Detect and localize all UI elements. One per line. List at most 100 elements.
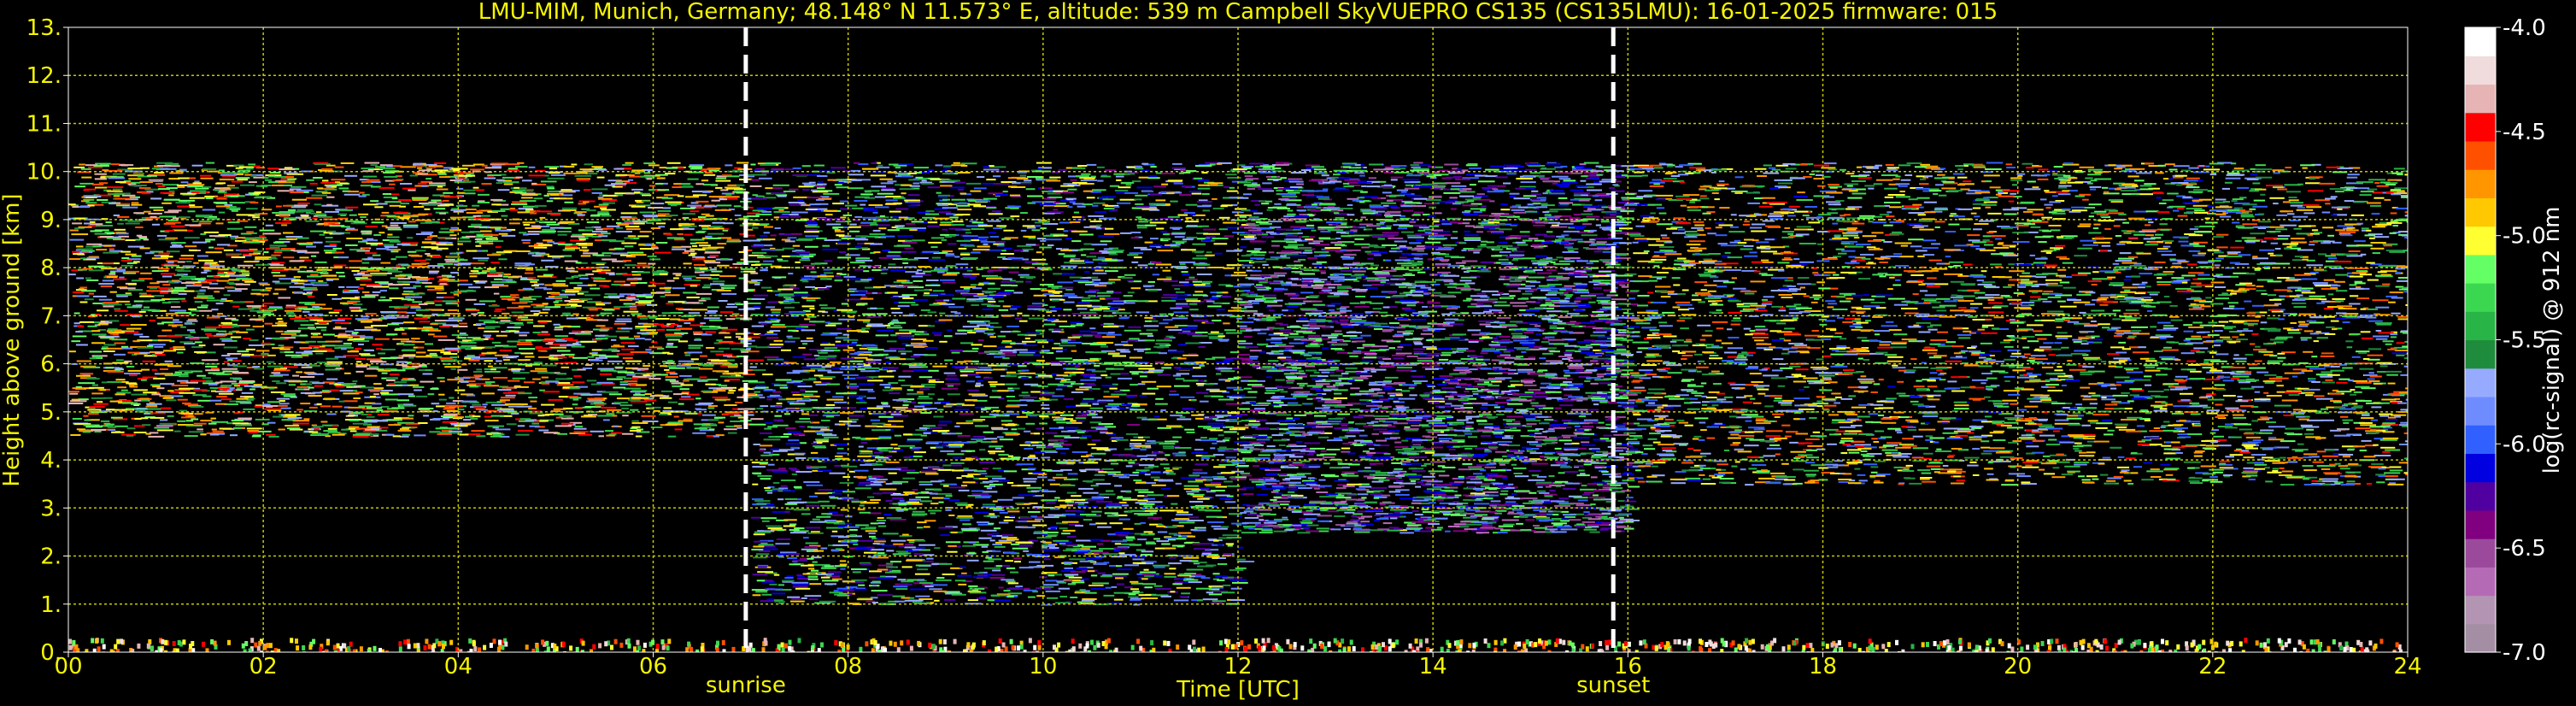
signal-cell [163, 264, 179, 267]
signal-cell [1247, 644, 1252, 650]
signal-cell [126, 427, 136, 430]
signal-cell [120, 250, 131, 253]
signal-cell [390, 258, 396, 261]
signal-cell [425, 167, 436, 169]
signal-cell [692, 244, 698, 247]
signal-cell [543, 432, 558, 434]
signal-cell [158, 188, 170, 191]
signal-cell [169, 172, 184, 174]
signal-cell [212, 430, 224, 432]
signal-cell [613, 425, 619, 427]
signal-cell [216, 396, 227, 398]
signal-cell [81, 290, 97, 292]
signal-cell [412, 199, 427, 201]
signal-cell [1459, 639, 1464, 644]
signal-cell [486, 268, 496, 270]
signal-cell [417, 167, 423, 169]
signal-cell [164, 650, 168, 652]
signal-cell [715, 353, 733, 356]
signal-cell [1745, 638, 1749, 644]
signal-cell [619, 254, 633, 256]
signal-cell [349, 308, 360, 310]
signal-cell [150, 645, 154, 651]
signal-cell [446, 402, 456, 404]
signal-cell [106, 330, 113, 332]
signal-cell [289, 285, 305, 288]
signal-cell [714, 416, 726, 419]
signal-cell [267, 354, 276, 356]
signal-cell [390, 224, 399, 227]
signal-cell [695, 183, 705, 185]
signal-cell [655, 222, 666, 225]
signal-cell [93, 165, 110, 168]
signal-cell [476, 368, 482, 371]
signal-cell [233, 385, 241, 387]
signal-cell [367, 256, 373, 259]
signal-cell [443, 199, 449, 202]
signal-cell [917, 640, 921, 646]
signal-cell [2226, 640, 2230, 646]
signal-cell [525, 359, 531, 362]
signal-cell [309, 182, 318, 185]
signal-cell [455, 377, 471, 379]
signal-cell [131, 649, 135, 652]
signal-cell [478, 319, 493, 321]
signal-cell [251, 289, 267, 291]
signal-cell [387, 323, 400, 326]
signal-cell [415, 250, 426, 252]
signal-cell [125, 303, 132, 306]
signal-cell [342, 291, 360, 294]
signal-cell [290, 279, 304, 282]
signal-cell [834, 640, 838, 645]
signal-cell [1722, 641, 1726, 647]
signal-cell [241, 272, 250, 274]
signal-cell [304, 303, 312, 305]
signal-cell [1665, 641, 1669, 647]
signal-cell [425, 301, 434, 303]
signal-cell [199, 221, 213, 223]
signal-cell [685, 647, 689, 652]
signal-cell [76, 248, 93, 250]
signal-cell [2327, 646, 2331, 652]
signal-cell [581, 640, 585, 646]
signal-cell [179, 168, 187, 171]
signal-cell [560, 197, 573, 200]
signal-cell [549, 194, 560, 196]
signal-cell [707, 232, 725, 235]
signal-cell [631, 390, 648, 392]
signal-cell [421, 203, 437, 206]
signal-cell [424, 343, 433, 345]
signal-cell [213, 344, 226, 346]
signal-cell [415, 164, 424, 167]
signal-cell [164, 360, 173, 362]
signal-cell [189, 206, 203, 209]
signal-cell [611, 183, 627, 185]
signal-cell [606, 409, 622, 411]
signal-cell [254, 642, 258, 648]
signal-cell [1926, 642, 1929, 647]
signal-cell [707, 227, 725, 230]
signal-cell [1639, 640, 1643, 646]
signal-cell [620, 342, 636, 344]
signal-cell [562, 312, 571, 315]
signal-cell [586, 379, 597, 382]
signal-cell [928, 642, 932, 648]
signal-cell [1985, 648, 1989, 652]
signal-cell [185, 424, 202, 427]
signal-cell [185, 420, 193, 422]
signal-cell [427, 236, 433, 238]
signal-cell [167, 261, 174, 263]
signal-cell [69, 392, 79, 395]
signal-cell [1001, 642, 1006, 648]
signal-cell [525, 263, 535, 266]
signal-cell [528, 174, 545, 177]
signal-cell [645, 349, 652, 351]
signal-cell [625, 297, 636, 299]
signal-cell [507, 298, 516, 301]
signal-cell [462, 164, 475, 167]
signal-cell [1699, 638, 1702, 644]
signal-cell [148, 212, 162, 215]
signal-cell [124, 360, 132, 362]
signal-cell [710, 423, 716, 426]
signal-cell [210, 638, 214, 644]
